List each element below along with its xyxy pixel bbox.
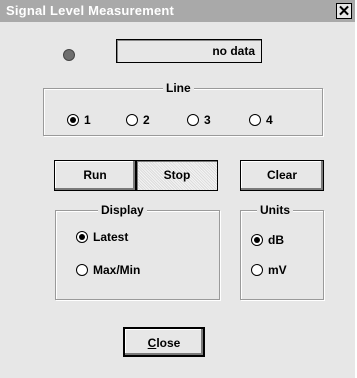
units-radio-db[interactable]: dB	[251, 233, 284, 247]
radio-label: 4	[266, 113, 273, 127]
radio-label: dB	[268, 233, 284, 247]
radio-button-icon	[251, 234, 263, 246]
radio-button-icon	[76, 264, 88, 276]
radio-button-icon	[249, 114, 261, 126]
line-radio-1[interactable]: 1	[67, 113, 91, 127]
units-radio-mv[interactable]: mV	[251, 263, 287, 277]
radio-label: 3	[204, 113, 211, 127]
radio-label: mV	[268, 263, 287, 277]
close-button[interactable]: Close	[123, 327, 205, 357]
clear-button[interactable]: Clear	[240, 160, 324, 191]
title-bar[interactable]: Signal Level Measurement ✕	[0, 0, 355, 22]
display-radio-latest[interactable]: Latest	[76, 230, 128, 244]
display-group: Display Latest Max/Min	[55, 203, 220, 300]
radio-button-icon	[251, 264, 263, 276]
signal-level-dialog: Signal Level Measurement ✕ no data Line …	[0, 0, 357, 378]
units-group: Units dB mV	[240, 203, 324, 300]
close-icon[interactable]: ✕	[336, 3, 352, 19]
display-radio-maxmin[interactable]: Max/Min	[76, 263, 140, 277]
radio-button-icon	[126, 114, 138, 126]
line-radio-4[interactable]: 4	[249, 113, 273, 127]
status-readout: no data	[116, 39, 262, 63]
radio-button-icon	[187, 114, 199, 126]
radio-label: 1	[84, 113, 91, 127]
units-group-legend: Units	[257, 203, 293, 217]
radio-label: Latest	[93, 230, 129, 244]
line-radio-2[interactable]: 2	[126, 113, 150, 127]
radio-label: Max/Min	[93, 263, 141, 277]
line-radio-3[interactable]: 3	[187, 113, 211, 127]
status-led-icon	[63, 49, 75, 61]
window-title: Signal Level Measurement	[6, 3, 175, 18]
radio-button-icon	[67, 114, 79, 126]
run-button[interactable]: Run	[54, 160, 136, 191]
line-group-legend: Line	[163, 81, 194, 95]
radio-button-icon	[76, 231, 88, 243]
line-group: Line 1 2 3 4	[43, 81, 323, 136]
stop-button[interactable]: Stop	[136, 160, 218, 191]
display-group-legend: Display	[98, 203, 147, 217]
radio-label: 2	[143, 113, 150, 127]
